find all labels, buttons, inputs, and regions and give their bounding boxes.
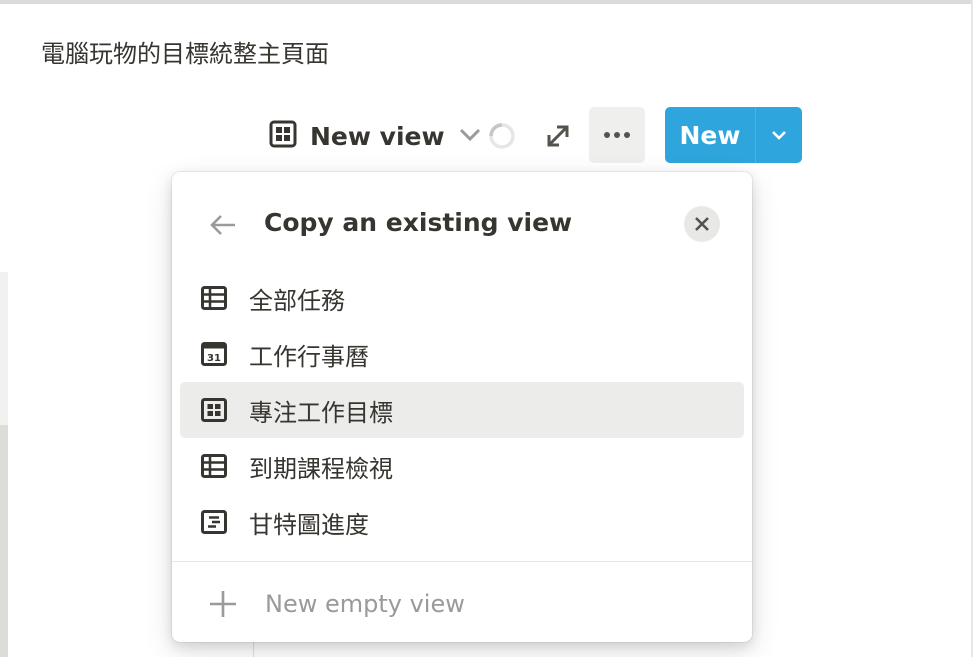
chevron-down-icon	[457, 121, 483, 151]
existing-views-list: 全部任務 31 工作行事曆 專注工作目標 到期課程檢視 甘特圖進度	[180, 270, 744, 550]
view-item-label: 甘特圖進度	[249, 510, 369, 539]
expand-icon[interactable]	[544, 122, 572, 150]
new-button[interactable]: New	[665, 107, 755, 163]
new-empty-view-option[interactable]: New empty view	[172, 578, 752, 630]
view-switcher-button[interactable]: New view	[268, 118, 483, 154]
view-item-focus-goals[interactable]: 專注工作目標	[180, 382, 744, 438]
view-item-due-courses[interactable]: 到期課程檢視	[180, 438, 744, 494]
plus-icon	[208, 589, 238, 619]
view-name-label: New view	[310, 121, 445, 151]
more-dots-icon	[604, 132, 630, 138]
table-icon	[200, 284, 228, 312]
more-options-button[interactable]	[589, 107, 645, 163]
view-item-gantt-progress[interactable]: 甘特圖進度	[180, 494, 744, 550]
view-item-label: 工作行事曆	[249, 342, 369, 371]
back-arrow-icon[interactable]	[208, 210, 238, 240]
popup-title: Copy an existing view	[264, 208, 573, 237]
calendar-icon: 31	[200, 340, 228, 368]
view-item-label: 到期課程檢視	[249, 454, 393, 483]
new-empty-view-label: New empty view	[265, 590, 465, 618]
loading-spinner-icon	[488, 122, 516, 150]
popup-header: Copy an existing view	[172, 200, 752, 248]
svg-text:31: 31	[207, 353, 221, 364]
view-item-label: 專注工作目標	[249, 398, 393, 427]
board-icon	[200, 396, 228, 424]
chevron-down-icon	[772, 131, 786, 140]
page-title: 電腦玩物的目標統整主頁面	[41, 40, 329, 68]
view-item-work-calendar[interactable]: 31 工作行事曆	[180, 326, 744, 382]
popup-divider	[172, 561, 752, 562]
copy-view-popup: Copy an existing view 全部任務 31 工作行事曆 專注工作…	[172, 172, 752, 642]
left-panel-edge-dark	[0, 425, 8, 657]
timeline-icon	[200, 508, 228, 536]
new-button-group: New	[665, 107, 802, 163]
top-border	[0, 0, 973, 4]
view-item-label: 全部任務	[249, 286, 345, 315]
database-toolbar: New view New	[0, 104, 973, 168]
table-icon	[200, 452, 228, 480]
close-button[interactable]	[684, 206, 720, 242]
new-dropdown-button[interactable]	[756, 107, 802, 163]
view-item-all-tasks[interactable]: 全部任務	[180, 270, 744, 326]
board-icon	[268, 119, 298, 153]
close-icon	[695, 217, 709, 231]
